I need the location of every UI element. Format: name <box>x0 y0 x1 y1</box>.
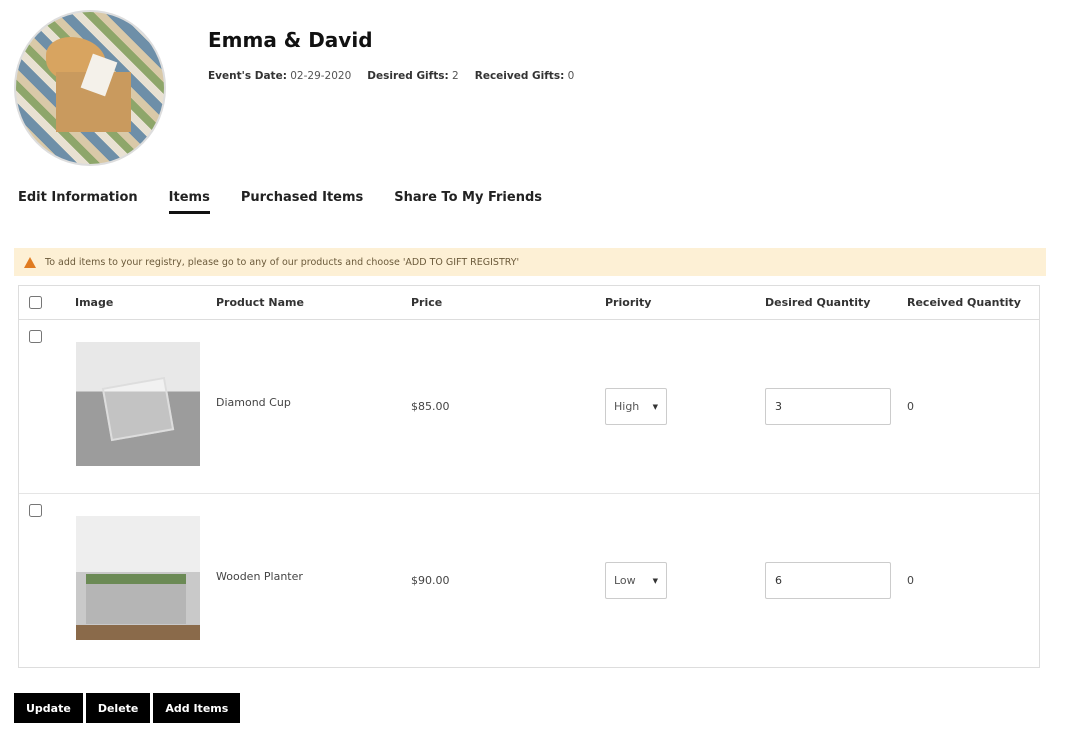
event-meta: Event's Date: 02-29-2020 Desired Gifts: … <box>208 70 575 82</box>
select-all-checkbox[interactable] <box>29 296 42 309</box>
desired-gifts: 2 <box>452 70 459 82</box>
desired-quantity-input[interactable] <box>765 388 891 425</box>
table-row: Diamond Cup $85.00 High▼ 0 <box>19 320 1039 494</box>
update-button[interactable]: Update <box>14 693 83 723</box>
col-received-quantity: Received Quantity <box>907 296 1021 309</box>
registry-avatar <box>14 10 166 166</box>
product-price: $90.00 <box>411 574 450 587</box>
event-date: 02-29-2020 <box>290 70 352 82</box>
row-checkbox[interactable] <box>29 504 42 517</box>
priority-select[interactable]: Low ▼ <box>605 562 667 599</box>
tab-share[interactable]: Share To My Friends <box>394 190 542 214</box>
warning-icon <box>24 256 36 268</box>
chevron-down-icon: ▼ <box>652 402 658 411</box>
tab-purchased-items[interactable]: Purchased Items <box>241 190 363 214</box>
priority-select[interactable]: High ▼ <box>605 388 667 425</box>
notice-banner: To add items to your registry, please go… <box>14 248 1046 276</box>
product-name[interactable]: Diamond Cup <box>216 396 291 409</box>
table-header: Image Product Name Price Priority Desire… <box>19 286 1039 320</box>
received-gifts: 0 <box>567 70 575 82</box>
received-quantity: 0 <box>907 400 914 413</box>
items-table: Image Product Name Price Priority Desire… <box>18 285 1040 668</box>
row-checkbox[interactable] <box>29 330 42 343</box>
page-title: Emma & David <box>208 28 373 52</box>
add-items-button[interactable]: Add Items <box>153 693 241 723</box>
product-price: $85.00 <box>411 400 450 413</box>
tab-edit-information[interactable]: Edit Information <box>18 190 138 214</box>
product-image[interactable] <box>76 516 200 640</box>
col-image: Image <box>75 296 114 309</box>
notice-text: To add items to your registry, please go… <box>45 256 520 268</box>
received-quantity: 0 <box>907 574 914 587</box>
chevron-down-icon: ▼ <box>652 576 658 585</box>
delete-button[interactable]: Delete <box>85 693 151 723</box>
product-image[interactable] <box>76 342 200 466</box>
col-product-name: Product Name <box>216 296 304 309</box>
table-row: Wooden Planter $90.00 Low▼ 0 <box>19 494 1039 668</box>
tabs: Edit Information Items Purchased Items S… <box>18 190 542 214</box>
col-price: Price <box>411 296 443 309</box>
action-buttons: Update Delete Add Items <box>14 693 241 723</box>
desired-quantity-input[interactable] <box>765 562 891 599</box>
product-name[interactable]: Wooden Planter <box>216 570 303 583</box>
col-priority: Priority <box>605 296 652 309</box>
tab-items[interactable]: Items <box>168 190 210 214</box>
col-desired-quantity: Desired Quantity <box>765 296 871 309</box>
